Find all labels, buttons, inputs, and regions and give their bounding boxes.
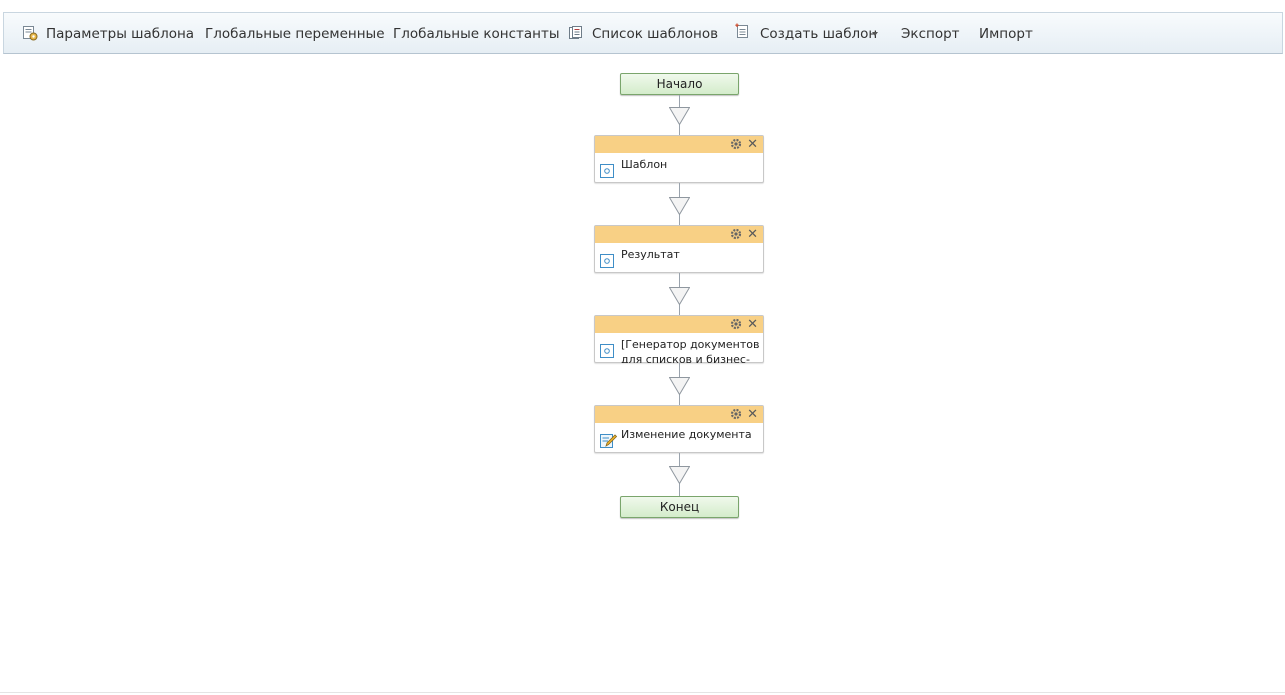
chevron-down-icon — [872, 32, 878, 36]
create-template-icon — [735, 23, 748, 38]
gear-icon[interactable] — [730, 138, 742, 150]
node-label: Шаблон — [621, 158, 668, 171]
import-label: Импорт — [979, 26, 1033, 42]
connector-arrow-icon[interactable] — [669, 107, 690, 125]
template-settings-icon — [23, 26, 38, 41]
create-template-button[interactable]: Создать шаблон — [735, 13, 880, 53]
gear-icon[interactable] — [730, 228, 742, 240]
template-list-icon — [569, 26, 582, 39]
activity-icon — [600, 164, 614, 178]
gear-icon[interactable] — [730, 408, 742, 420]
node-label: [Генератор документов для списков и бизн… — [621, 338, 760, 363]
close-icon[interactable]: ✕ — [747, 136, 758, 153]
connector-arrow-icon[interactable] — [669, 287, 690, 305]
node-label: Результат — [621, 248, 680, 261]
global-constants-label: Глобальные константы — [393, 26, 560, 42]
edit-document-icon — [600, 434, 617, 448]
workflow-node-document-generator[interactable]: ✕ [Генератор документов для списков и би… — [594, 315, 764, 363]
connector-arrow-icon[interactable] — [669, 466, 690, 484]
connector-arrow-icon[interactable] — [669, 377, 690, 395]
close-icon[interactable]: ✕ — [747, 406, 758, 423]
gear-icon[interactable] — [730, 318, 742, 330]
activity-icon — [600, 344, 614, 358]
connector-arrow-icon[interactable] — [669, 197, 690, 215]
close-icon[interactable]: ✕ — [747, 226, 758, 243]
export-label: Экспорт — [901, 26, 960, 42]
template-settings-label: Параметры шаблона — [46, 26, 195, 42]
node-label: Изменение документа — [621, 428, 752, 441]
end-node[interactable]: Конец — [620, 496, 739, 518]
workflow-node-document-change[interactable]: ✕ Изменение документа — [594, 405, 764, 453]
start-node[interactable]: Начало — [620, 73, 739, 95]
activity-icon — [600, 254, 614, 268]
template-list-label: Список шаблонов — [592, 26, 719, 42]
workflow-node-template[interactable]: ✕ Шаблон — [594, 135, 764, 183]
create-template-label: Создать шаблон — [760, 26, 878, 42]
divider — [0, 692, 1285, 693]
global-variables-label: Глобальные переменные — [205, 26, 385, 42]
close-icon[interactable]: ✕ — [747, 316, 758, 333]
toolbar: Параметры шаблона Глобальные переменные … — [3, 12, 1283, 54]
workflow-node-result[interactable]: ✕ Результат — [594, 225, 764, 273]
